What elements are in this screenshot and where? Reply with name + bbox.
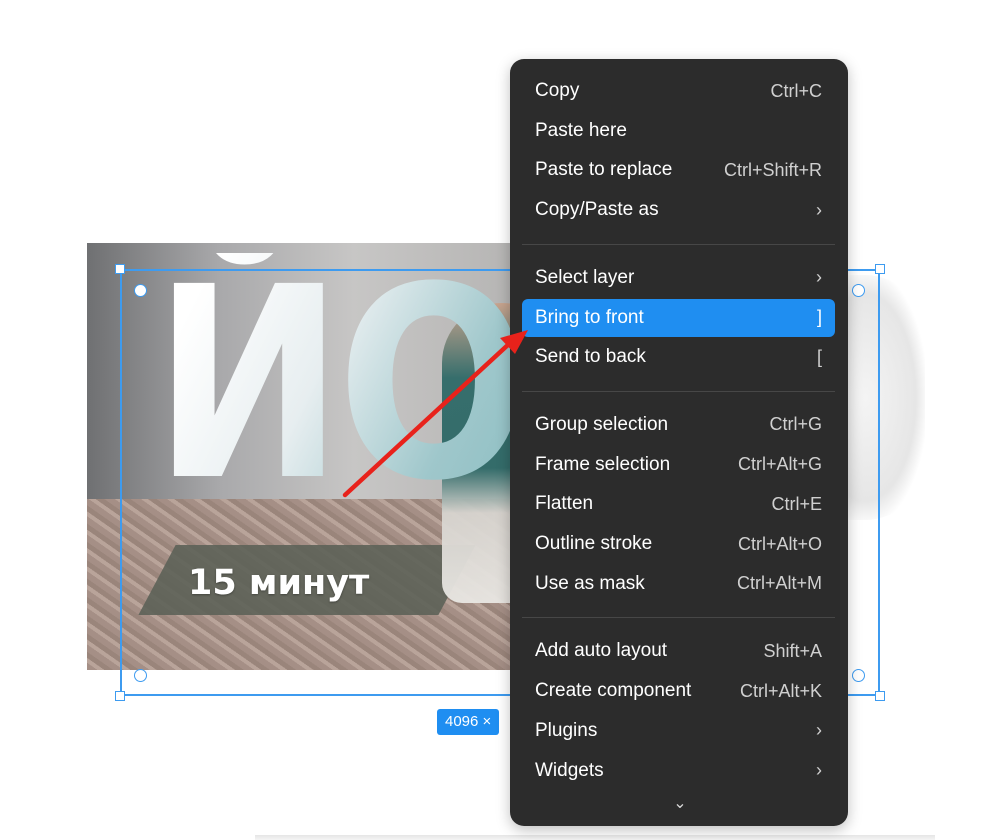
corner-radius-handle-top-left[interactable] [134, 284, 147, 297]
menu-item-label: Group selection [535, 413, 669, 435]
corner-radius-handle-bottom-right[interactable] [852, 669, 865, 682]
menu-item-create-component[interactable]: Create component Ctrl+Alt+K [522, 672, 835, 710]
menu-item-shortcut: Ctrl+Alt+M [736, 573, 822, 594]
chevron-right-icon: › [816, 760, 822, 780]
chevron-down-icon[interactable]: ⌄ [670, 793, 690, 813]
menu-item-shortcut: Ctrl+G [769, 414, 822, 435]
menu-item-label: Plugins [535, 719, 598, 741]
context-menu: ⌄ Copy Ctrl+C Paste here Paste to replace Ct… [510, 59, 848, 826]
menu-item-label: Outline stroke [535, 533, 653, 554]
menu-item-label: Use as mask [535, 572, 645, 594]
menu-item-paste-to-replace[interactable]: Paste to replace Ctrl+Shift+R [522, 151, 835, 189]
menu-separator [522, 390, 835, 392]
menu-item-shortcut: Ctrl+Alt+G [737, 454, 822, 475]
menu-item-widgets[interactable]: Widgets › [522, 752, 835, 790]
menu-item-shortcut: [ [816, 346, 822, 367]
menu-separator [522, 617, 835, 619]
resize-handle-top-right[interactable] [875, 264, 885, 274]
menu-item-label: Flatten [535, 493, 594, 515]
menu-item-group-selection[interactable]: Group selection Ctrl+G [522, 406, 835, 444]
image-title-text: ЙОГ [153, 253, 532, 518]
menu-item-shortcut: Ctrl+Alt+O [737, 533, 822, 554]
menu-item-use-as-mask[interactable]: Use as mask Ctrl+Alt+M [522, 565, 835, 603]
menu-item-shortcut: Ctrl+C [770, 80, 822, 101]
menu-item-label: Frame selection [535, 453, 671, 475]
image-subtitle-text: 15 минут [188, 563, 370, 603]
menu-item-label: Add auto layout [535, 640, 668, 662]
menu-item-label: Copy [535, 80, 580, 101]
menu-item-shortcut: Ctrl+E [771, 493, 822, 514]
menu-item-shortcut: Ctrl+Alt+K [739, 680, 822, 701]
chevron-right-icon: › [816, 267, 822, 288]
menu-item-select-layer[interactable]: Select layer › [522, 259, 835, 297]
menu-item-frame-selection[interactable]: Frame selection Ctrl+Alt+G [522, 446, 835, 484]
menu-item-copy[interactable]: Copy Ctrl+C [522, 72, 835, 110]
menu-item-shortcut: ] [816, 307, 822, 327]
menu-separator [522, 243, 835, 245]
menu-item-add-auto-layout[interactable]: Add auto layout Shift+A [522, 632, 835, 670]
menu-item-label: Select layer [535, 266, 635, 288]
canvas-shadow-shape [840, 275, 925, 520]
menu-item-label: Bring to front [535, 306, 644, 328]
menu-item-shortcut: Shift+A [763, 640, 822, 661]
corner-radius-handle-bottom-left[interactable] [134, 669, 147, 682]
resize-handle-bottom-left[interactable] [115, 691, 125, 701]
menu-item-flatten[interactable]: Flatten Ctrl+E [522, 485, 835, 523]
menu-item-label: Paste here [535, 119, 627, 141]
canvas-image[interactable]: ЙОГ 15 минут [87, 243, 532, 670]
menu-item-label: Widgets [535, 759, 604, 781]
corner-radius-handle-top-right[interactable] [852, 284, 865, 297]
dimensions-badge: 4096 × [437, 709, 500, 735]
menu-item-copy-paste-as[interactable]: Copy/Paste as › [522, 191, 835, 229]
menu-item-bring-to-front[interactable]: Bring to front] [522, 298, 835, 337]
menu-item-label: Paste to replace [535, 159, 673, 181]
menu-item-label: Send to back [535, 346, 646, 368]
menu-item-outline-stroke[interactable]: Outline stroke Ctrl+Alt+O [522, 525, 835, 563]
menu-item-paste-here[interactable]: Paste here [522, 112, 835, 150]
menu-item-label: Copy/Paste as [535, 199, 659, 221]
resize-handle-bottom-right[interactable] [875, 691, 885, 701]
chevron-right-icon: › [816, 720, 822, 741]
menu-item-plugins[interactable]: Plugins › [522, 712, 835, 750]
resize-handle-top-left[interactable] [115, 264, 125, 274]
menu-item-send-to-back[interactable]: Send to back [ [522, 338, 835, 376]
chevron-right-icon: › [816, 199, 822, 220]
menu-item-label: Create component [535, 680, 692, 702]
menu-item-shortcut: Ctrl+Shift+R [723, 159, 822, 180]
canvas-edge [255, 835, 935, 840]
